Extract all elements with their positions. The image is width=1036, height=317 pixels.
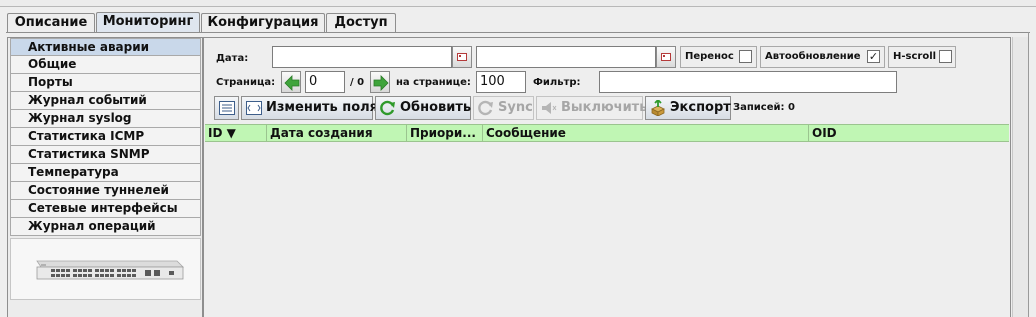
autorefresh-option[interactable]: Автообновление ✓ xyxy=(760,46,885,68)
refresh-icon xyxy=(380,100,395,116)
column-header-oid[interactable]: OID xyxy=(809,125,1009,142)
next-page-button[interactable] xyxy=(370,71,390,93)
date-from-calendar-button[interactable] xyxy=(452,46,472,68)
prev-page-button[interactable] xyxy=(281,71,301,93)
window-right-border xyxy=(1028,32,1029,317)
sidebar-item-network-interfaces[interactable]: Сетевые интерфейсы xyxy=(10,200,201,218)
column-header-priority[interactable]: Приори... xyxy=(407,125,483,142)
autorefresh-checkbox[interactable]: ✓ xyxy=(867,50,880,63)
refresh-button[interactable]: Обновить xyxy=(375,96,471,120)
sidebar-item-syslog[interactable]: Журнал syslog xyxy=(10,110,201,128)
sidebar-item-snmp-stats[interactable]: Статистика SNMP xyxy=(10,146,201,164)
filter-label: Фильтр: xyxy=(533,77,581,88)
calendar-icon xyxy=(661,53,671,61)
speaker-mute-icon xyxy=(542,102,557,114)
hscroll-checkbox[interactable] xyxy=(939,50,952,63)
sidebar-item-operations-log[interactable]: Журнал операций xyxy=(10,218,201,236)
edit-fields-label: Изменить поля xyxy=(266,100,379,115)
records-count: Записей: 0 xyxy=(733,102,795,113)
tab-access[interactable]: Доступ xyxy=(326,13,396,32)
filter-input[interactable] xyxy=(599,71,897,93)
sync-button[interactable]: Sync xyxy=(473,96,534,120)
sidebar-item-tunnel-status[interactable]: Состояние туннелей xyxy=(10,182,201,200)
tab-configuration[interactable]: Конфигурация xyxy=(201,13,325,32)
columns-list-icon xyxy=(219,101,235,115)
sync-icon xyxy=(478,100,493,116)
wrap-option[interactable]: Перенос xyxy=(680,46,757,68)
page-input[interactable]: 0 xyxy=(305,71,345,93)
per-page-label: на странице: xyxy=(396,77,471,88)
refresh-label: Обновить xyxy=(400,100,472,115)
sidebar-item-icmp-stats[interactable]: Статистика ICMP xyxy=(10,128,201,146)
date-label: Дата: xyxy=(216,53,249,64)
autorefresh-label: Автообновление xyxy=(765,51,861,62)
disable-label: Выключить xyxy=(561,100,648,115)
column-header-created-date[interactable]: Дата создания xyxy=(267,125,407,142)
edit-fields-icon xyxy=(246,101,262,115)
export-label: Экспорт xyxy=(670,100,731,115)
hscroll-option[interactable]: H-scroll xyxy=(888,46,956,68)
alarms-table-body xyxy=(205,142,1009,317)
network-switch-image xyxy=(36,260,184,280)
sidebar-item-active-alarms[interactable]: Активные аварии xyxy=(10,38,201,56)
export-button[interactable]: Экспорт xyxy=(645,96,731,120)
sidebar-item-event-log[interactable]: Журнал событий xyxy=(10,92,201,110)
sidebar-item-ports[interactable]: Порты xyxy=(10,74,201,92)
tab-monitoring[interactable]: Мониторинг xyxy=(96,12,200,33)
hscroll-label: H-scroll xyxy=(893,51,937,62)
per-page-input[interactable]: 100 xyxy=(476,71,526,93)
alarms-table-header: ID ▼ Дата создания Приори... Сообщение O… xyxy=(205,124,1009,142)
edit-fields-button[interactable]: Изменить поля xyxy=(241,96,378,120)
sidebar: Активные аварии Общие Порты Журнал событ… xyxy=(7,37,203,317)
sync-label: Sync xyxy=(498,100,533,115)
arrow-right-icon xyxy=(373,75,389,91)
date-to-field[interactable] xyxy=(476,46,656,68)
arrow-left-icon xyxy=(284,75,300,91)
tab-description[interactable]: Описание xyxy=(7,13,95,32)
sidebar-item-temperature[interactable]: Температура xyxy=(10,164,201,182)
disable-button[interactable]: Выключить xyxy=(536,96,647,120)
sidebar-item-general[interactable]: Общие xyxy=(10,56,201,74)
date-from-field[interactable] xyxy=(272,46,452,68)
export-icon xyxy=(651,100,665,116)
page-total: / 0 xyxy=(350,77,365,88)
vertical-scrollbar[interactable] xyxy=(1012,37,1028,317)
wrap-label: Перенос xyxy=(685,51,734,62)
calendar-icon xyxy=(457,53,467,61)
page-label: Страница: xyxy=(216,77,276,88)
columns-button[interactable] xyxy=(214,96,239,120)
date-to-calendar-button[interactable] xyxy=(656,46,676,68)
wrap-checkbox[interactable] xyxy=(739,50,752,63)
device-image-panel xyxy=(10,238,201,300)
column-header-message[interactable]: Сообщение xyxy=(483,125,809,142)
column-header-id[interactable]: ID ▼ xyxy=(205,125,267,142)
tab-divider xyxy=(6,32,1030,33)
window-top-strip xyxy=(0,0,1036,7)
